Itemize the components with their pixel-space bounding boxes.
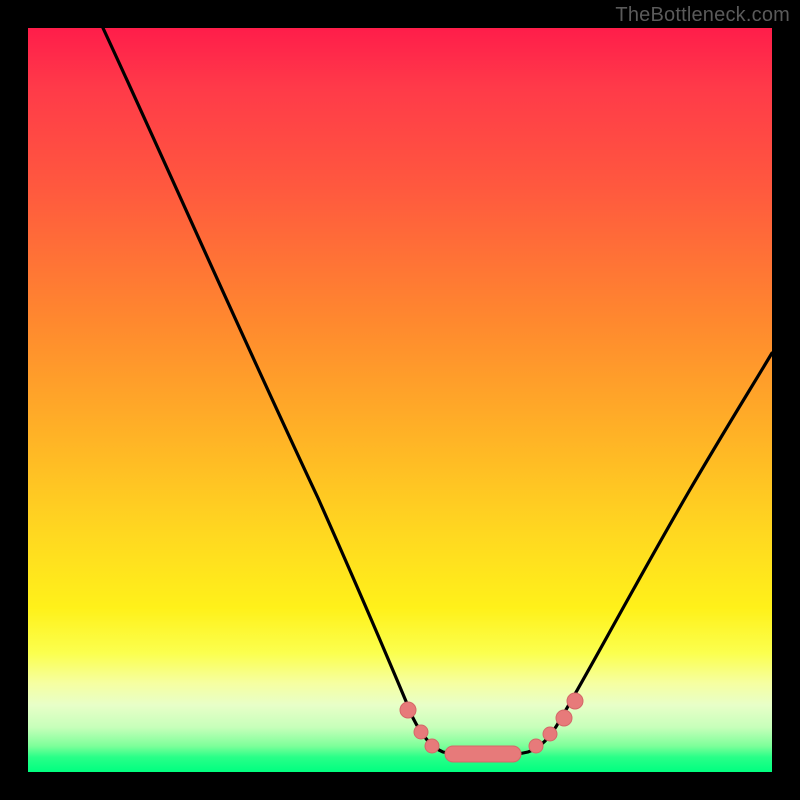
bottleneck-curve: [103, 28, 772, 757]
marker-dot: [543, 727, 557, 741]
outer-frame: TheBottleneck.com: [0, 0, 800, 800]
marker-dot: [567, 693, 583, 709]
marker-pill: [445, 746, 521, 762]
marker-dot: [556, 710, 572, 726]
watermark-text: TheBottleneck.com: [615, 4, 790, 27]
curve-layer: [28, 28, 772, 772]
marker-dot: [529, 739, 543, 753]
marker-dot: [414, 725, 428, 739]
marker-dot: [400, 702, 416, 718]
marker-dot: [425, 739, 439, 753]
